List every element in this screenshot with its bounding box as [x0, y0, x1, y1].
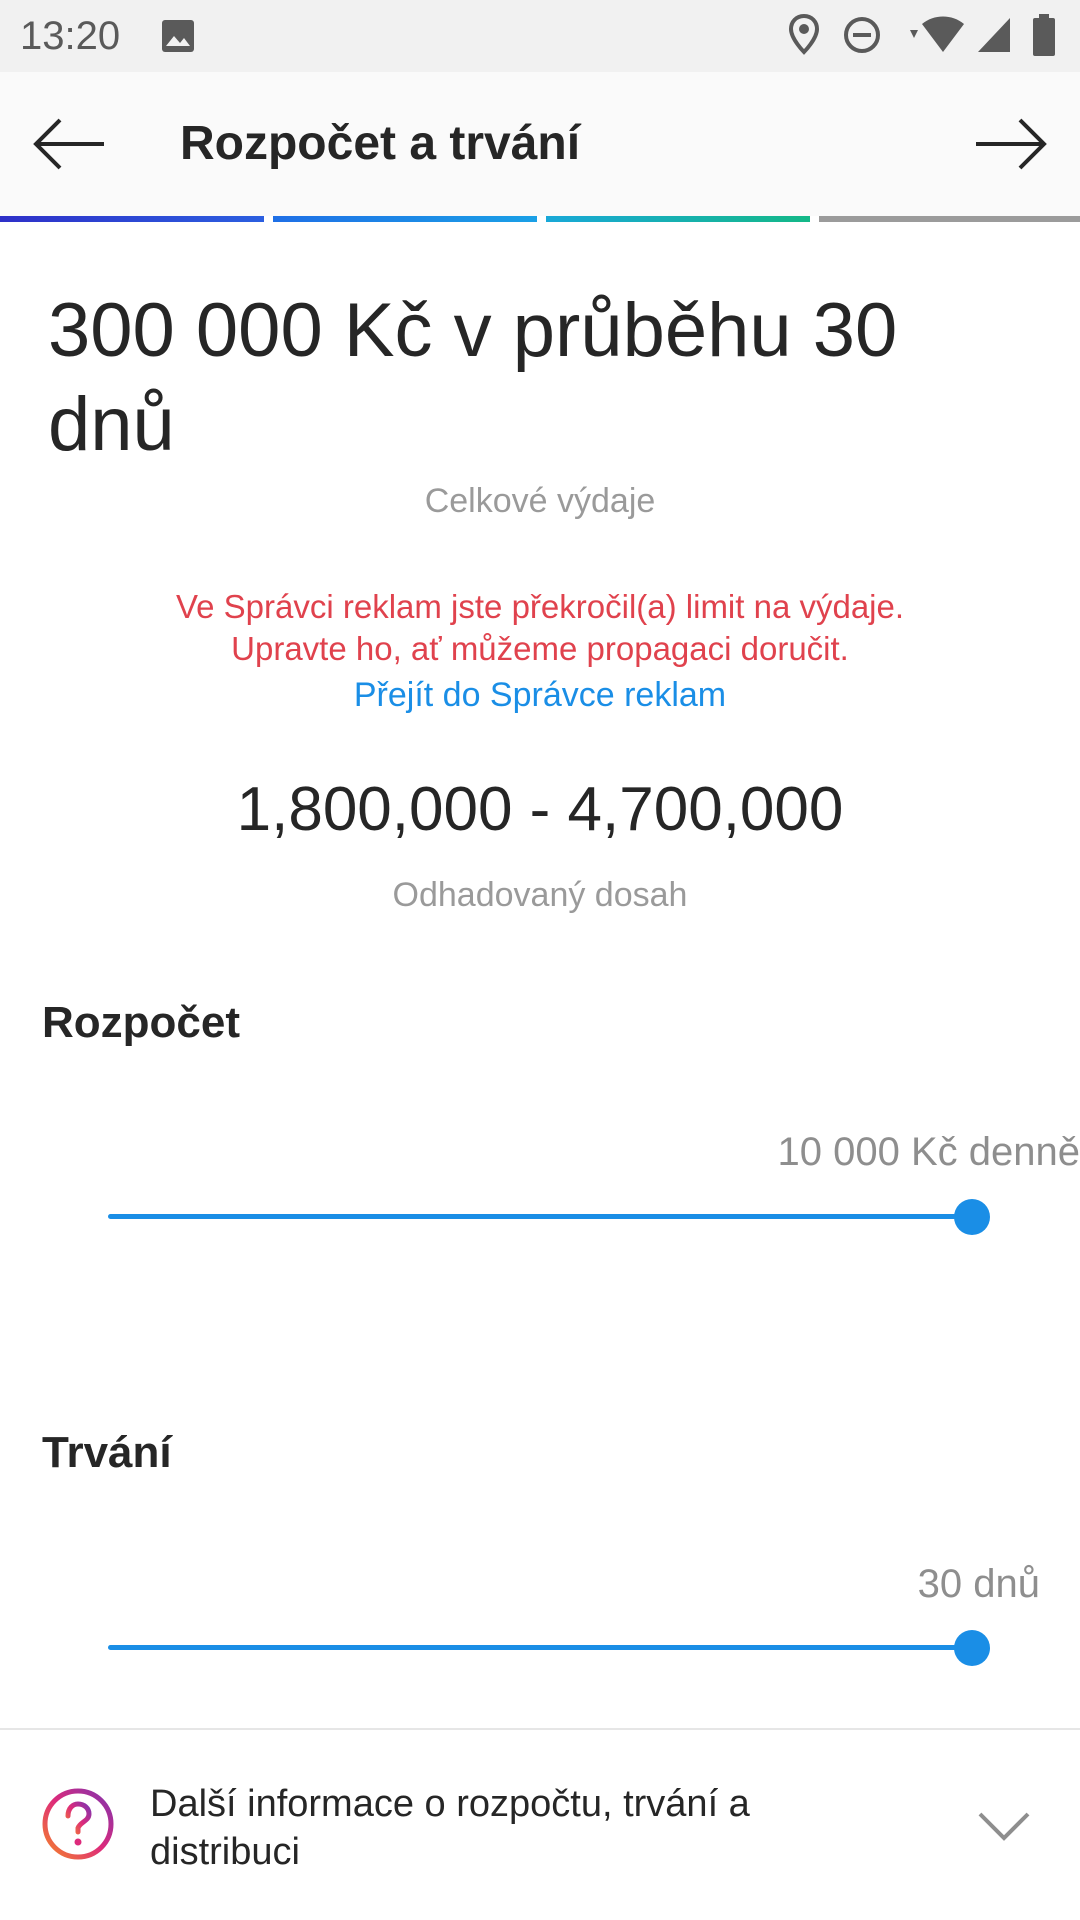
budget-value: 10 000 Kč denně — [777, 1130, 1080, 1174]
more-info-row[interactable]: Další informace o rozpočtu, trvání a dis… — [0, 1730, 1080, 1920]
do-not-disturb-icon — [843, 16, 881, 59]
chevron-down-icon[interactable] — [976, 1808, 1032, 1847]
wifi-icon — [904, 16, 964, 59]
budget-slider-track[interactable] — [108, 1214, 972, 1219]
signal-icon — [976, 16, 1012, 59]
spend-limit-warning-line-2: Upravte ho, ať můžeme propagaci doručit. — [231, 630, 849, 667]
duration-value: 30 dnů — [917, 1562, 1040, 1606]
ads-manager-link[interactable]: Přejít do Správce reklam — [0, 676, 1080, 715]
more-info-text: Další informace o rozpočtu, trvání a dis… — [150, 1783, 750, 1873]
duration-slider-track[interactable] — [108, 1645, 972, 1650]
budget-slider-thumb[interactable] — [954, 1199, 990, 1235]
spend-limit-warning-line-1: Ve Správci reklam jste překročil(a) limi… — [175, 588, 905, 625]
progress-step-4 — [819, 216, 1080, 222]
status-bar: 13:20 — [0, 0, 1080, 72]
progress-step-2 — [273, 216, 537, 222]
estimated-reach-caption: Odhadovaný dosah — [392, 876, 688, 914]
arrow-left-icon — [33, 118, 104, 170]
step-progress — [0, 216, 1080, 222]
location-icon — [788, 13, 820, 61]
estimated-reach-value: 1,800,000 - 4,700,000 — [236, 775, 844, 844]
next-button[interactable] — [970, 114, 1050, 174]
app-bar: Rozpočet a trvání — [0, 72, 1080, 216]
page-title: Rozpočet a trvání — [180, 117, 581, 170]
total-spend-headline: 300 000 Kč v průběhu 30 dnů — [48, 288, 898, 467]
image-icon — [160, 18, 196, 59]
duration-slider-thumb[interactable] — [954, 1630, 990, 1666]
status-time: 13:20 — [20, 14, 121, 58]
progress-step-3 — [546, 216, 810, 222]
total-spend-caption: Celkové výdaje — [424, 482, 656, 520]
progress-step-1 — [0, 216, 264, 222]
back-button[interactable] — [30, 114, 110, 174]
budget-label: Rozpočet — [42, 998, 240, 1047]
arrow-right-icon — [976, 118, 1047, 170]
duration-label: Trvání — [42, 1428, 172, 1477]
battery-icon — [1032, 14, 1056, 61]
help-circle-icon — [40, 1786, 116, 1867]
